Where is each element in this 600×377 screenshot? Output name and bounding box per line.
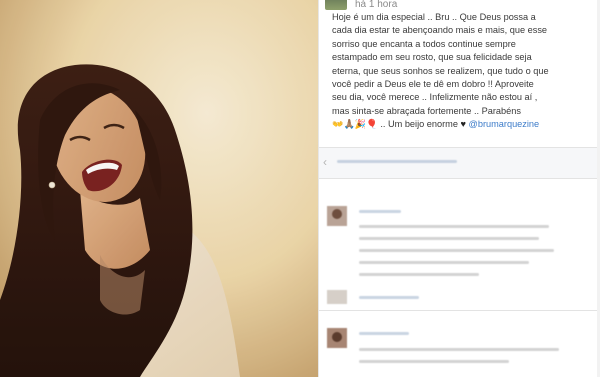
- chevron-left-icon[interactable]: ‹: [323, 156, 333, 168]
- caption-line: eterna, que seus sonhos se realizem, que…: [332, 65, 549, 76]
- blurred-username: [359, 332, 409, 335]
- caption-line: estampado em seu rosto, que sua felicida…: [332, 52, 532, 63]
- likes-bar[interactable]: ‹: [319, 148, 600, 178]
- caption-closing-line: 👐🙏🏽🎉🎈 .. Um beijo enorme ♥ @brumarquezin…: [332, 118, 598, 131]
- blurred-comment-line: [359, 348, 559, 351]
- commenter-avatar[interactable]: [327, 206, 347, 226]
- commenter-avatar[interactable]: [327, 328, 347, 348]
- blurred-username: [359, 210, 401, 213]
- post-timestamp: há 1 hora: [355, 0, 398, 10]
- comment: [319, 290, 600, 310]
- caption-line: cada dia estar te abençoando mais e mais…: [332, 25, 548, 36]
- caption-closing-text: .. Um beijo enorme: [377, 119, 461, 130]
- blurred-comment-line: [359, 273, 479, 276]
- comment: [319, 206, 600, 291]
- divider: [319, 310, 600, 311]
- caption-line: sorriso que encanta a todos continue sem…: [332, 38, 516, 49]
- blurred-comment-line: [359, 261, 529, 264]
- caption-line: seu dia, você merece .. Infelizmente não…: [332, 92, 538, 103]
- caption-line: Hoje é um dia especial .. Bru .. Que Deu…: [332, 12, 536, 22]
- blurred-comment-line: [359, 225, 549, 228]
- post-photo: [0, 0, 318, 377]
- blurred-comment-line: [359, 360, 509, 363]
- post-caption: Hoje é um dia especial .. Bru .. Que Deu…: [332, 11, 598, 132]
- comment: [319, 328, 600, 373]
- blurred-comment-line: [359, 237, 539, 240]
- caption-emoji: 👐🙏🏽🎉🎈: [332, 119, 378, 130]
- divider: [319, 178, 600, 179]
- caption-line: você pedir a Deus ele te dê em dobro !! …: [332, 79, 534, 90]
- photo-illustration: [0, 0, 318, 377]
- mention-link[interactable]: @brumarquezine: [469, 119, 540, 129]
- blurred-username: [359, 296, 419, 299]
- caption-line: mas sinta-se abraçada fortemente .. Para…: [332, 105, 521, 116]
- blurred-usernames: [337, 160, 457, 163]
- blurred-comment-line: [359, 249, 554, 252]
- heart-icon: ♥: [460, 119, 466, 130]
- commenter-avatar[interactable]: [327, 290, 347, 310]
- user-avatar[interactable]: [325, 0, 347, 10]
- post-panel: há 1 hora Hoje é um dia especial .. Bru …: [318, 0, 600, 377]
